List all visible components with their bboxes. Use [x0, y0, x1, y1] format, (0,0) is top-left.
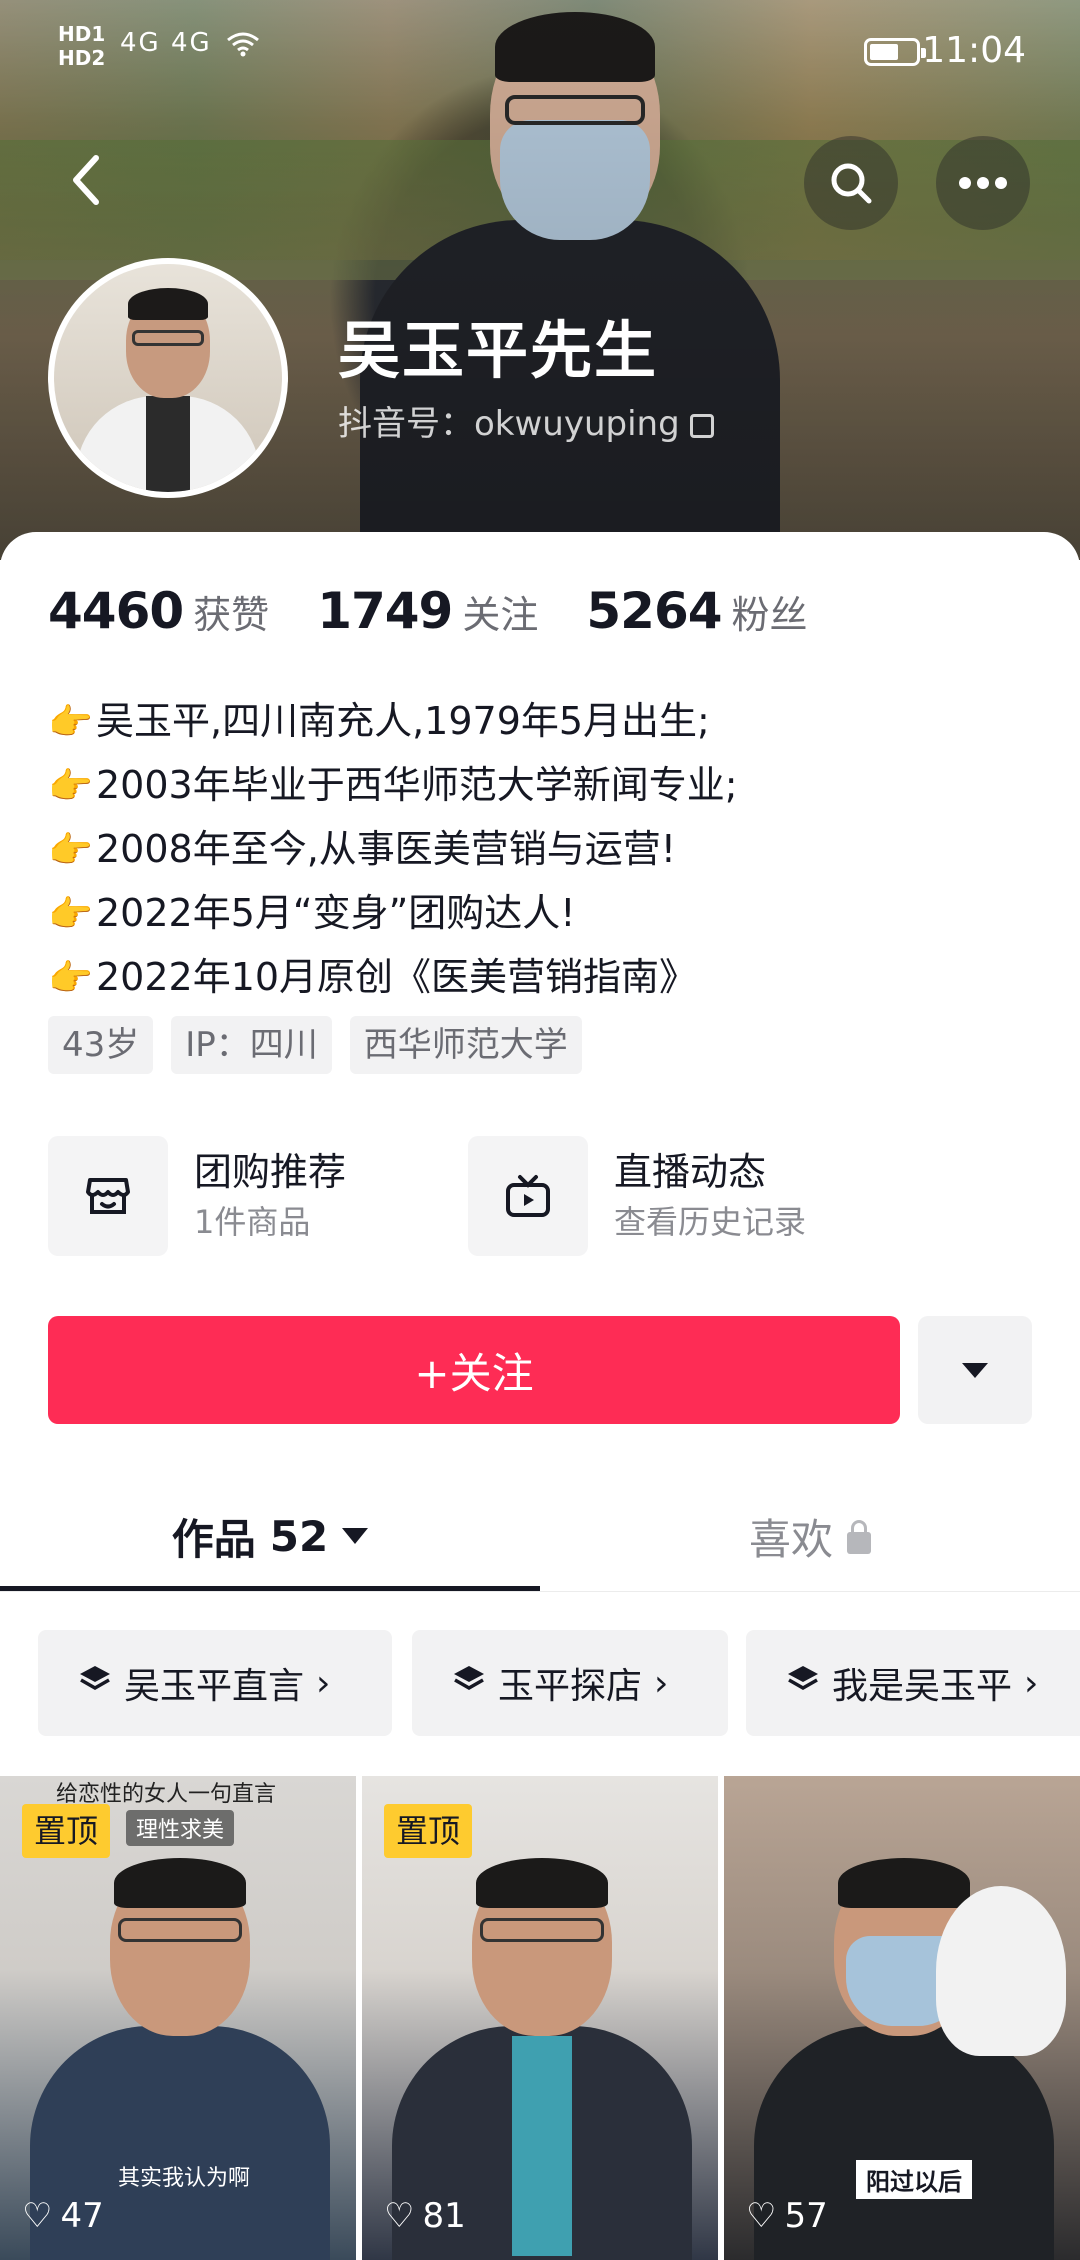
profile-name: 吴玉平先生 — [338, 314, 659, 387]
features-row: 团购推荐 1件商品 直播动态 查看历史记录 — [48, 1136, 1048, 1256]
collection-chip[interactable]: 我是吴玉平 › — [746, 1630, 1080, 1736]
wifi-icon — [226, 32, 259, 56]
douyin-id[interactable]: 抖音号：okwuyuping — [338, 396, 714, 445]
chevron-right-icon: › — [1024, 1662, 1039, 1704]
signal-icon: 4G 4G — [120, 28, 260, 58]
video-thumbnail[interactable]: 给恋性的女人一句直言 理性求美 置顶 其实我认为啊 ♡ 47 — [0, 1776, 356, 2260]
profile-screen: HD1 HD2 4G 4G 11:04 吴玉平先生 抖音号：okwuyuping… — [0, 0, 1080, 2260]
feature-subtitle: 1件商品 — [194, 1203, 311, 1241]
feature-title: 直播动态 — [614, 1150, 767, 1194]
live-history-entry[interactable]: 直播动态 查看历史记录 — [468, 1136, 806, 1256]
pigeon — [936, 1886, 1066, 2056]
video-overlay-badge: 理性求美 — [126, 1810, 235, 1846]
video-thumbnail[interactable]: 置顶 ♡ 81 — [362, 1776, 718, 2260]
battery-icon — [864, 38, 926, 66]
feature-subtitle: 查看历史记录 — [614, 1203, 807, 1241]
video-likes: ♡ 47 — [22, 2196, 104, 2236]
more-button[interactable] — [936, 136, 1030, 230]
collections-row: 吴玉平直言 › 玉平探店 › 我是吴玉平 › — [38, 1630, 1080, 1736]
pointing-hand-icon: 👉 — [48, 958, 93, 999]
stat-followers[interactable]: 5264 粉丝 — [586, 582, 807, 640]
layers-icon — [452, 1664, 486, 1702]
chevron-right-icon: › — [316, 1662, 331, 1704]
back-button[interactable] — [66, 150, 116, 220]
pinned-badge: 置顶 — [22, 1804, 111, 1858]
content-tabs: 作品 52 喜欢 — [0, 1484, 1080, 1594]
video-caption: 阳过以后 — [856, 2160, 972, 2199]
chevron-right-icon: › — [654, 1662, 669, 1704]
more-dots-icon — [959, 177, 1007, 189]
divider — [0, 1591, 1080, 1592]
tag-age: 43岁 — [48, 1016, 154, 1074]
video-thumbnail[interactable]: 阳过以后 ♡ 57 — [724, 1776, 1080, 2260]
tag-ip: IP：四川 — [171, 1016, 332, 1074]
stat-following[interactable]: 1749 关注 — [317, 582, 538, 640]
tab-works[interactable]: 作品 52 — [0, 1484, 540, 1588]
pointing-hand-icon: 👉 — [48, 766, 93, 807]
lock-icon — [847, 1520, 871, 1554]
status-bar: HD1 HD2 4G 4G 11:04 — [0, 0, 1080, 100]
bio-line: 👉吴玉平,四川南充人,1979年5月出生; — [48, 690, 1048, 754]
collection-chip[interactable]: 吴玉平直言 › — [38, 1630, 392, 1736]
profile-tags: 43岁 IP：四川 西华师范大学 — [48, 1016, 600, 1074]
bio-line: 👉2022年5月“变身”团购达人! — [48, 882, 1048, 946]
tag-school[interactable]: 西华师范大学 — [349, 1016, 582, 1074]
video-likes: ♡ 81 — [384, 2196, 466, 2236]
chevron-left-icon — [73, 155, 99, 205]
feature-title: 团购推荐 — [194, 1150, 347, 1194]
shop-icon — [48, 1136, 168, 1256]
pointing-hand-icon: 👉 — [48, 830, 93, 871]
layers-icon — [786, 1664, 820, 1702]
follow-button[interactable]: +关注 — [48, 1316, 900, 1424]
group-buy-entry[interactable]: 团购推荐 1件商品 — [48, 1136, 346, 1256]
tab-likes[interactable]: 喜欢 — [540, 1484, 1080, 1588]
pinned-badge: 置顶 — [384, 1804, 473, 1858]
clock: 11:04 — [922, 30, 1026, 71]
stats-row: 4460 获赞 1749 关注 5264 粉丝 — [48, 582, 856, 642]
collection-chip[interactable]: 玉平探店 › — [412, 1630, 728, 1736]
avatar[interactable] — [48, 258, 288, 498]
search-button[interactable] — [804, 136, 898, 230]
video-grid: 给恋性的女人一句直言 理性求美 置顶 其实我认为啊 ♡ 47 置顶 ♡ 81 阳… — [0, 1776, 1080, 2260]
pointing-hand-icon: 👉 — [48, 894, 93, 935]
bio: 👉吴玉平,四川南充人,1979年5月出生; 👉2003年毕业于西华师范大学新闻专… — [48, 690, 1048, 1010]
video-likes: ♡ 57 — [746, 2196, 828, 2236]
copy-icon[interactable] — [689, 413, 714, 438]
bio-line: 👉2003年毕业于西华师范大学新闻专业; — [48, 754, 1048, 818]
bio-line: 👉2008年至今,从事医美营销与运营! — [48, 818, 1048, 882]
network-hd-indicator: HD1 HD2 — [58, 22, 106, 70]
tv-icon — [468, 1136, 588, 1256]
layers-icon — [78, 1664, 112, 1702]
recommend-dropdown-button[interactable] — [918, 1316, 1032, 1424]
pointing-hand-icon: 👉 — [48, 702, 93, 743]
stat-likes[interactable]: 4460 获赞 — [48, 582, 269, 640]
heart-icon: ♡ — [746, 2196, 777, 2236]
heart-icon: ♡ — [22, 2196, 53, 2236]
caret-down-icon — [342, 1528, 369, 1544]
caret-down-icon — [962, 1362, 988, 1378]
heart-icon: ♡ — [384, 2196, 415, 2236]
video-caption: 其实我认为啊 — [118, 2166, 251, 2191]
bio-line: 👉2022年10月原创《医美营销指南》 — [48, 946, 1048, 1010]
search-icon — [831, 163, 872, 204]
